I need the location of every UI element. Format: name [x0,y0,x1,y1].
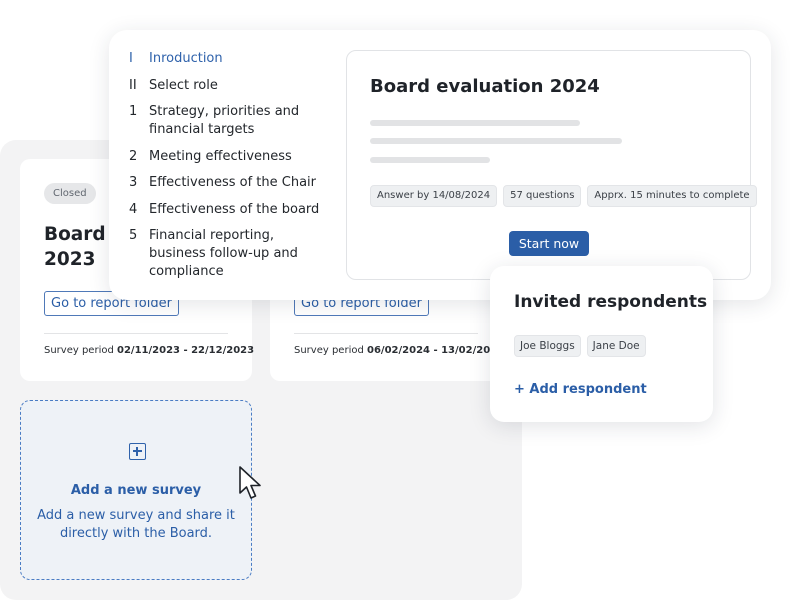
survey-period: Survey period 02/11/2023 - 22/12/2023 [44,345,254,356]
survey-period-label: Survey period [44,345,114,356]
status-badge: Closed [44,183,96,204]
survey-period: Survey period 06/02/2024 - 13/02/2024 [294,345,504,356]
toc-item-introduction[interactable]: I Inroduction [129,50,329,68]
duration-chip: Apprx. 15 minutes to complete [587,185,757,207]
plus-square-icon [129,443,146,460]
add-new-survey-card[interactable]: Add a new survey Add a new survey and sh… [20,400,252,580]
placeholder-line [370,120,580,126]
toc-item-label: Inroduction [149,51,223,66]
toc-item-number: 2 [129,148,138,164]
invited-respondents-panel: Invited respondents Joe Bloggs Jane Doe … [490,266,713,422]
toc-item-label: Effectiveness of the Chair [149,175,317,190]
divider [294,333,478,334]
toc-item-number: 3 [129,175,138,190]
survey-preview-panel: I Inroduction II Select role 1 Strategy,… [109,30,771,300]
stage: Closed Board evaluation 2023 Go to repor… [0,0,801,600]
survey-period-value: 02/11/2023 - 22/12/2023 [117,345,255,356]
toc-item-label: Select role [149,77,218,93]
start-now-button[interactable]: Start now [509,231,589,256]
table-of-contents: I Inroduction II Select role 1 Strategy,… [129,50,329,290]
survey-period-label: Survey period [294,345,364,356]
toc-item-label: Meeting effectiveness [149,148,292,164]
toc-item-meeting-effectiveness[interactable]: 2 Meeting effectiveness [129,148,329,166]
toc-item-label: Effectiveness of the board [149,201,320,217]
survey-detail-card: Board evaluation 2024 Answer by 14/08/20… [346,50,757,280]
toc-item-board-effectiveness[interactable]: 4 Effectiveness of the board [129,201,329,219]
divider [44,333,228,334]
answer-by-chip: Answer by 14/08/2024 [370,185,498,207]
add-survey-title: Add a new survey [70,483,202,498]
toc-item-strategy[interactable]: 1 Strategy, priorities and financial tar… [129,103,329,139]
respondent-chip[interactable]: Jane Doe [586,335,646,357]
placeholder-line [370,157,490,163]
toc-item-select-role[interactable]: II Select role [129,77,329,95]
toc-item-label: Financial reporting, business follow-up … [149,228,298,279]
respondent-chip[interactable]: Joe Bloggs [514,335,581,357]
toc-item-chair-effectiveness[interactable]: 3 Effectiveness of the Chair [129,174,329,192]
survey-detail-title: Board evaluation 2024 [370,76,600,97]
add-survey-description: Add a new survey and share it directly w… [37,508,235,541]
survey-period-value: 06/02/2024 - 13/02/2024 [367,345,505,356]
toc-item-number: I [129,51,133,66]
toc-item-number: 5 [129,228,138,243]
survey-meta-chips: Answer by 14/08/2024 57 questions Apprx.… [370,185,757,207]
toc-item-number: 1 [129,104,138,119]
toc-item-number: II [129,77,137,93]
respondent-list: Joe Bloggs Jane Doe [514,335,646,357]
respondents-title: Invited respondents [514,292,708,312]
toc-item-number: 4 [129,201,138,217]
add-respondent-link[interactable]: + Add respondent [514,382,647,397]
placeholder-line [370,138,622,144]
question-count-chip: 57 questions [503,185,582,207]
toc-item-label: Strategy, priorities and financial targe… [149,104,300,137]
mouse-pointer-icon [239,466,261,499]
toc-item-financial-reporting[interactable]: 5 Financial reporting, business follow-u… [129,227,329,281]
